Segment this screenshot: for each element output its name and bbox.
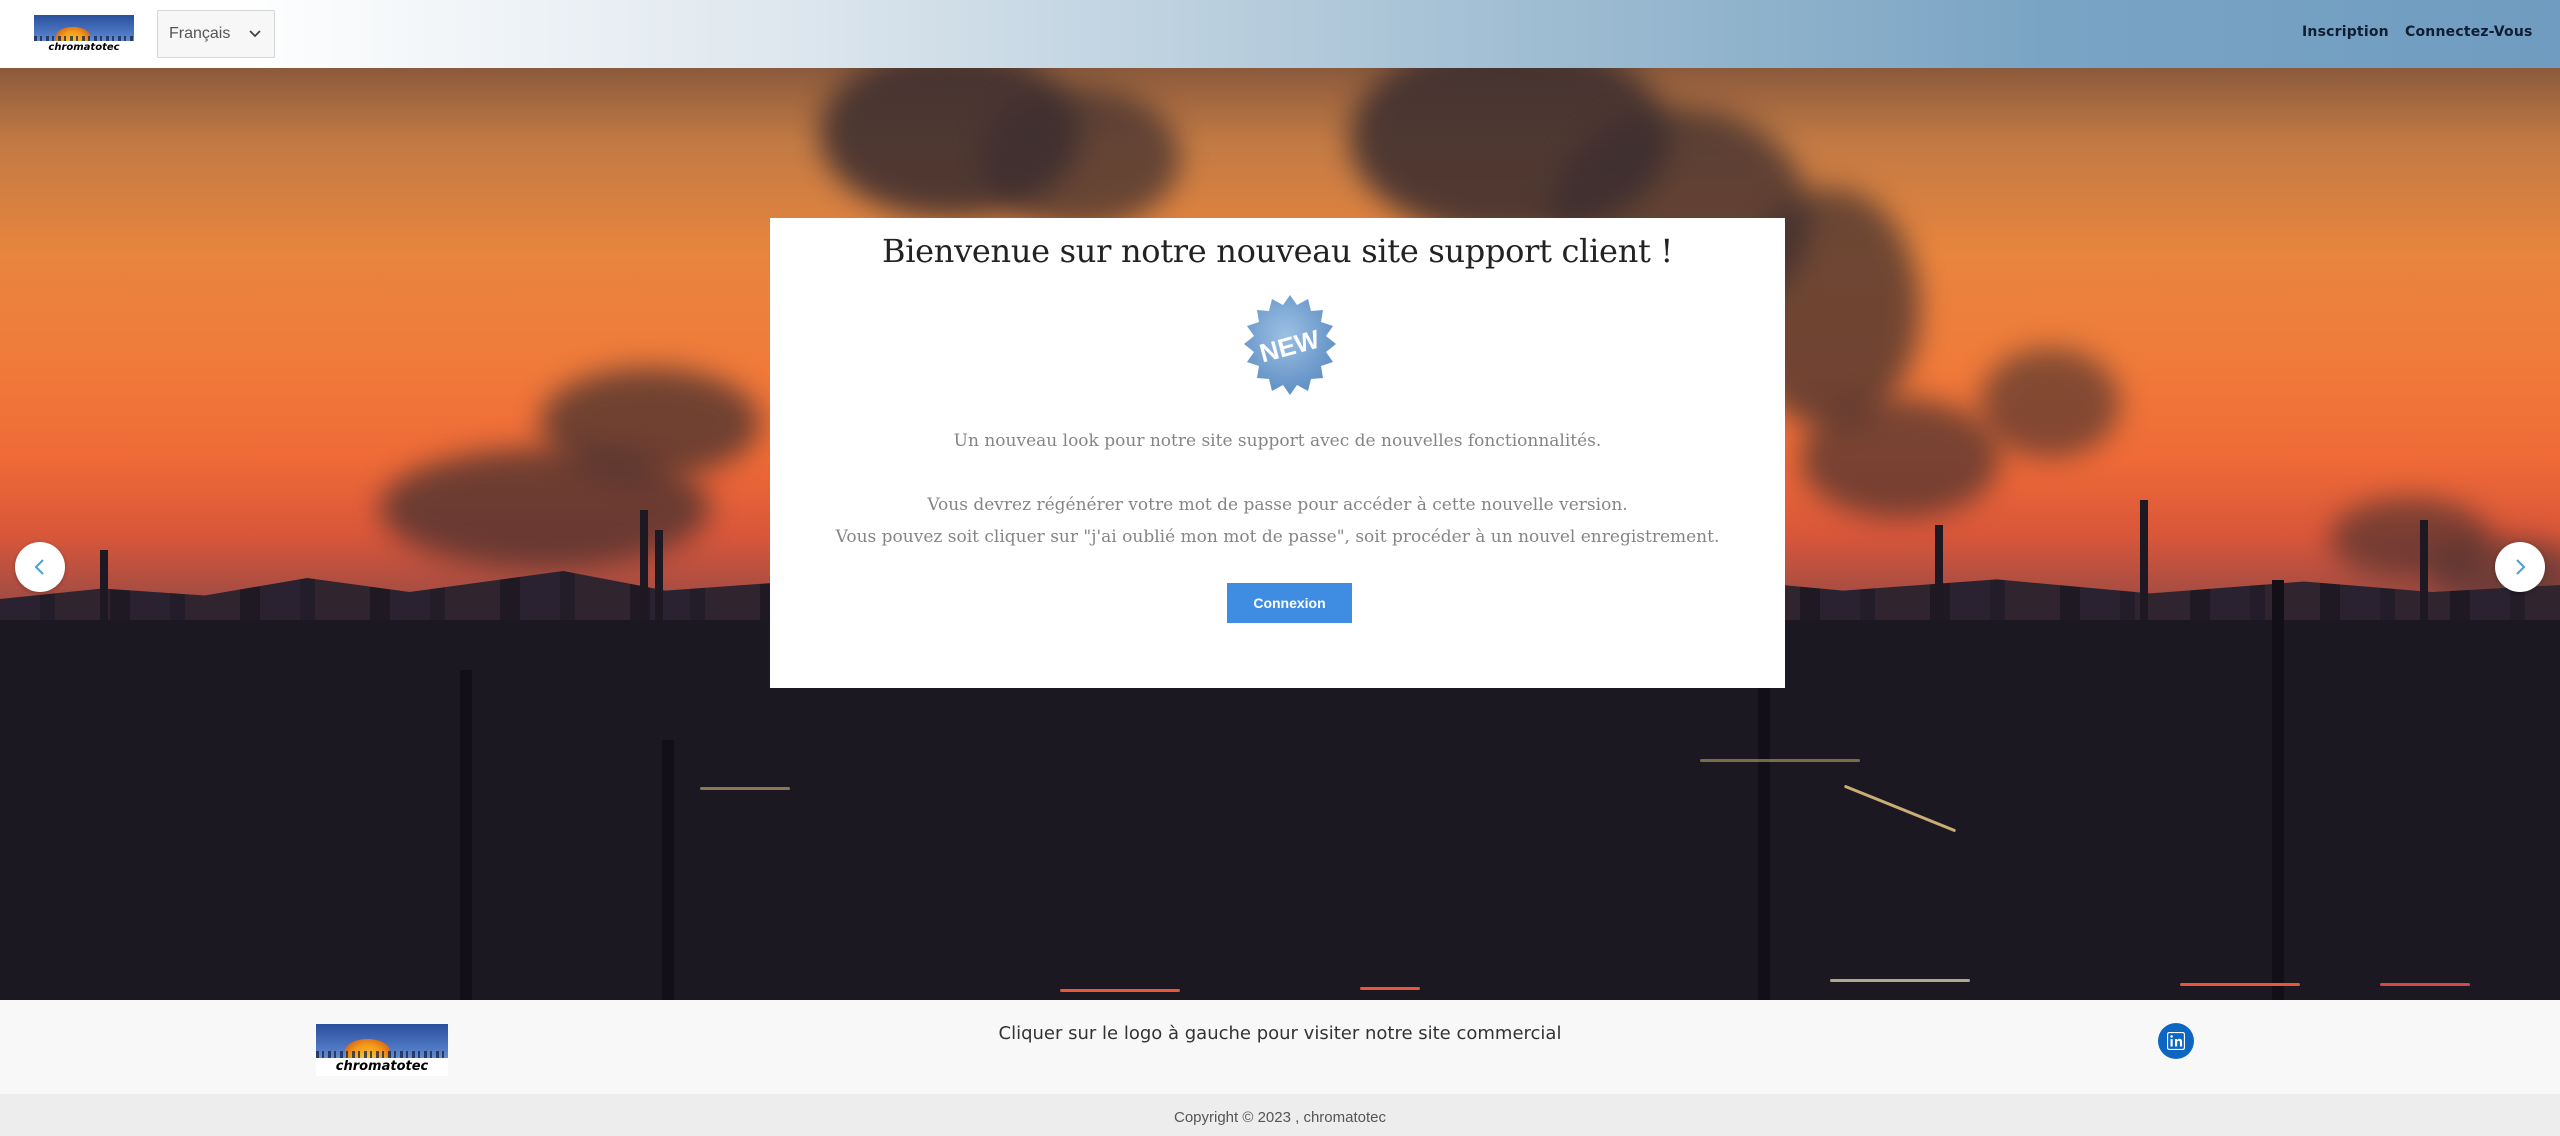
card-text-line-3: Vous pouvez soit cliquer sur "j'ai oubli…: [835, 527, 1720, 547]
login-link[interactable]: Connectez-Vous: [2405, 24, 2533, 40]
logo-wordmark: chromatotec: [316, 1058, 448, 1076]
copyright-text: Copyright © 2023 , chromatotec: [1174, 1109, 1386, 1126]
chevron-left-icon: [34, 559, 44, 575]
card-text-line-1: Un nouveau look pour notre site support …: [953, 431, 1602, 451]
carousel-prev-button[interactable]: [15, 542, 65, 592]
linkedin-link[interactable]: [2158, 1023, 2194, 1059]
logo-wordmark: chromatotec: [34, 41, 134, 55]
language-select-value: Français: [169, 25, 231, 42]
footer: chromatotec Cliquer sur le logo à gauche…: [0, 1000, 2560, 1094]
carousel-next-button[interactable]: [2495, 542, 2545, 592]
chevron-down-icon: [249, 30, 261, 38]
language-select[interactable]: Français: [157, 10, 275, 58]
welcome-card: Bienvenue sur notre nouveau site support…: [770, 218, 1785, 688]
copyright-bar: Copyright © 2023 , chromatotec: [0, 1094, 2560, 1136]
top-navbar: chromatotec Français Inscription Connect…: [0, 0, 2560, 68]
chevron-right-icon: [2516, 559, 2526, 575]
connexion-button[interactable]: Connexion: [1227, 583, 1352, 623]
header-logo[interactable]: chromatotec: [34, 15, 134, 55]
new-badge-icon: NEW: [1244, 295, 1336, 395]
welcome-title: Bienvenue sur notre nouveau site support…: [882, 232, 1673, 270]
signup-link[interactable]: Inscription: [2302, 24, 2389, 40]
hero-carousel: Bienvenue sur notre nouveau site support…: [0, 68, 2560, 1000]
linkedin-icon: [2167, 1032, 2185, 1050]
card-text-line-2: Vous devrez régénérer votre mot de passe…: [927, 495, 1628, 515]
